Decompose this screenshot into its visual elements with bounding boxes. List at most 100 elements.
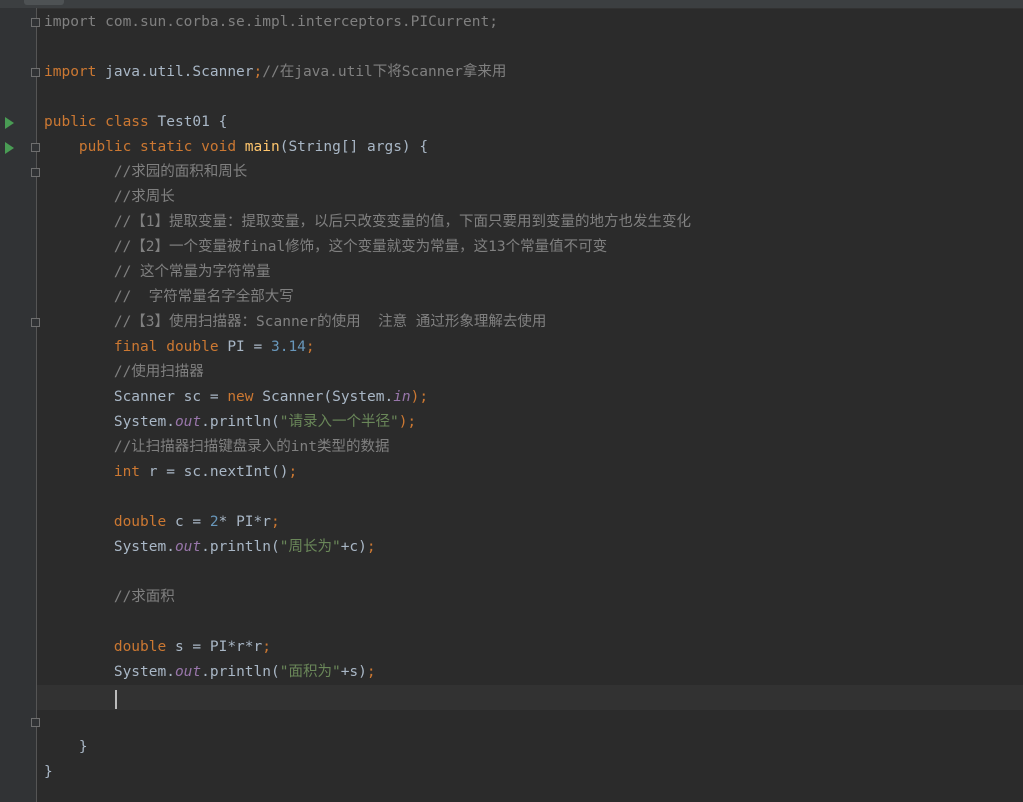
code-token: //在java.util下将Scanner拿来用 (262, 64, 507, 80)
code-token: ; (271, 514, 280, 530)
code-line[interactable]: // 这个常量为字符常量 (37, 260, 1023, 285)
code-token: main (244, 139, 280, 155)
code-token: "请录入一个半径" (279, 414, 399, 430)
code-token: public static void (44, 139, 245, 155)
code-line-text: public class Test01 { (44, 110, 227, 135)
code-line-text: //让扫描器扫描键盘录入的int类型的数据 (44, 435, 390, 460)
code-line-text: //求面积 (44, 585, 175, 610)
code-editor[interactable]: import com.sun.corba.se.impl.interceptor… (37, 10, 1023, 802)
code-line[interactable] (37, 710, 1023, 735)
code-line[interactable]: public class Test01 { (37, 110, 1023, 135)
code-line[interactable]: import com.sun.corba.se.impl.interceptor… (37, 10, 1023, 35)
code-token: in (393, 389, 411, 405)
code-line-text: //求园的面积和周长 (44, 160, 247, 185)
code-line[interactable]: //求园的面积和周长 (37, 160, 1023, 185)
code-line[interactable]: //求面积 (37, 585, 1023, 610)
code-line[interactable]: import java.util.Scanner;//在java.util下将S… (37, 60, 1023, 85)
code-line-text: System.out.println("周长为"+c); (44, 535, 376, 560)
code-line[interactable] (37, 35, 1023, 60)
code-token: ; (366, 539, 376, 555)
code-line-text: // 这个常量为字符常量 (44, 260, 271, 285)
code-line[interactable]: Scanner sc = new Scanner(System.in); (37, 385, 1023, 410)
code-line-text: System.out.println("面积为"+s); (44, 660, 376, 685)
code-line-text: final double PI = 3.14; (44, 335, 315, 360)
code-token: import (44, 64, 106, 80)
run-triangle-icon[interactable] (5, 142, 14, 154)
code-token: } (44, 739, 88, 755)
code-token: out (174, 664, 202, 680)
code-line[interactable]: public static void main(String[] args) { (37, 135, 1023, 160)
code-line[interactable]: double c = 2* PI*r; (37, 510, 1023, 535)
code-line-text: double c = 2* PI*r; (44, 510, 280, 535)
code-token: System. (44, 664, 175, 680)
code-line[interactable]: final double PI = 3.14; (37, 335, 1023, 360)
code-line[interactable]: System.out.println("周长为"+c); (37, 535, 1023, 560)
code-token: System. (44, 414, 175, 430)
code-token: double (44, 639, 175, 655)
code-token: //【1】提取变量：提取变量，以后只改变变量的值，下面只要用到变量的地方也发生变… (44, 214, 692, 230)
code-token: double (44, 514, 175, 530)
code-line[interactable]: //【2】一个变量被final修饰，这个变量就变为常量，这13个常量值不可变 (37, 235, 1023, 260)
editor-tab[interactable] (24, 0, 64, 5)
code-line[interactable]: int r = sc.nextInt(); (37, 460, 1023, 485)
code-line[interactable] (37, 85, 1023, 110)
code-line[interactable]: System.out.println("面积为"+s); (37, 660, 1023, 685)
code-token: //求周长 (44, 189, 175, 205)
code-token: Test01 { (157, 114, 228, 130)
code-line-text: System.out.println("请录入一个半径"); (44, 410, 416, 435)
code-token: //求面积 (44, 589, 175, 605)
run-triangle-icon[interactable] (5, 117, 14, 129)
code-token: 3.14 (270, 339, 306, 355)
code-token: ; (366, 664, 376, 680)
code-token: .println( (201, 539, 280, 555)
code-token: java.util.Scanner (105, 64, 254, 80)
code-token: +s) (340, 664, 367, 680)
code-line[interactable]: //求周长 (37, 185, 1023, 210)
code-token: import (44, 14, 106, 30)
code-token: "周长为" (279, 539, 341, 555)
code-token: .println( (201, 414, 280, 430)
code-token: new (227, 389, 263, 405)
code-line[interactable]: } (37, 760, 1023, 785)
code-line[interactable] (37, 685, 1023, 710)
code-token: PI = (227, 339, 271, 355)
code-line-text: //【1】提取变量：提取变量，以后只改变变量的值，下面只要用到变量的地方也发生变… (44, 210, 691, 235)
code-line[interactable]: // 字符常量名字全部大写 (37, 285, 1023, 310)
code-line[interactable] (37, 610, 1023, 635)
editor-gutter (0, 8, 40, 802)
code-line-text: //【2】一个变量被final修饰，这个变量就变为常量，这13个常量值不可变 (44, 235, 607, 260)
code-line-text: } (44, 760, 53, 785)
code-line[interactable]: //【1】提取变量：提取变量，以后只改变变量的值，下面只要用到变量的地方也发生变… (37, 210, 1023, 235)
code-token: ; (253, 64, 263, 80)
code-token: ; (305, 339, 315, 355)
code-line[interactable]: double s = PI*r*r; (37, 635, 1023, 660)
code-line-text: //使用扫描器 (44, 360, 204, 385)
editor-tab-bar (0, 0, 1023, 9)
code-line-text: import java.util.Scanner;//在java.util下将S… (44, 60, 506, 85)
code-line[interactable]: //让扫描器扫描键盘录入的int类型的数据 (37, 435, 1023, 460)
code-token: //让扫描器扫描键盘录入的int类型的数据 (44, 439, 390, 455)
code-line[interactable] (37, 560, 1023, 585)
code-token: int (44, 464, 149, 480)
code-token: out (174, 539, 202, 555)
code-line[interactable]: //使用扫描器 (37, 360, 1023, 385)
code-line-text: import com.sun.corba.se.impl.interceptor… (44, 10, 498, 35)
code-token: .println( (201, 664, 280, 680)
code-token: //使用扫描器 (44, 364, 204, 380)
code-line-text: Scanner sc = new Scanner(System.in); (44, 385, 428, 410)
code-line[interactable]: //【3】使用扫描器：Scanner的使用 注意 通过形象理解去使用 (37, 310, 1023, 335)
code-line[interactable]: System.out.println("请录入一个半径"); (37, 410, 1023, 435)
code-line-text: //【3】使用扫描器：Scanner的使用 注意 通过形象理解去使用 (44, 310, 547, 335)
code-line[interactable]: } (37, 735, 1023, 760)
code-token: // 字符常量名字全部大写 (44, 289, 294, 305)
code-line[interactable] (37, 485, 1023, 510)
code-token: (String[] args) { (279, 139, 429, 155)
code-token: com.sun.corba.se.impl.interceptors.PICur… (105, 14, 498, 30)
code-token: s = PI*r*r (174, 639, 263, 655)
code-token: // 这个常量为字符常量 (44, 264, 271, 280)
code-token: "面积为" (279, 664, 341, 680)
code-line-text: public static void main(String[] args) { (44, 135, 428, 160)
code-token: //【2】一个变量被final修饰，这个变量就变为常量，这13个常量值不可变 (44, 239, 608, 255)
code-token: ); (398, 414, 417, 430)
code-token: +c) (340, 539, 367, 555)
